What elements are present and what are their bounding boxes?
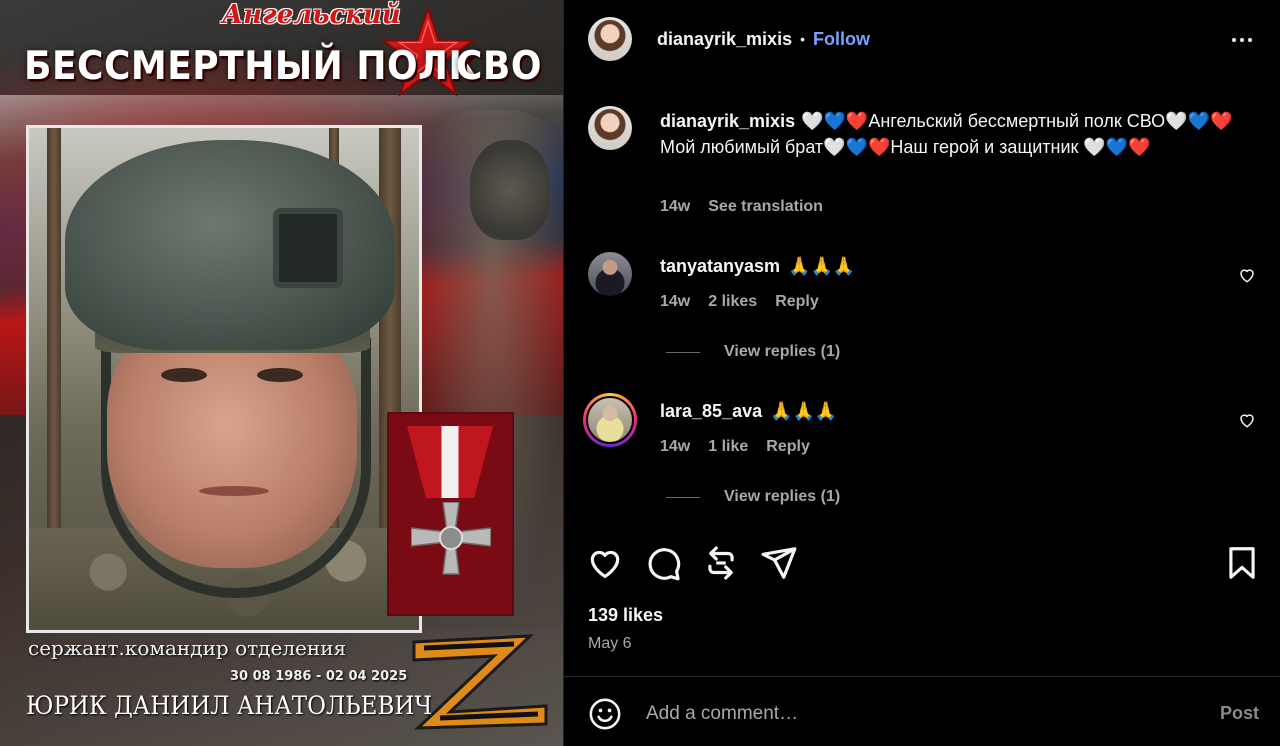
heart-icon[interactable] bbox=[586, 544, 624, 582]
post-details-panel: dianayrik_mixis • Follow dianayrik_mixis… bbox=[563, 0, 1280, 746]
comment-reply-button[interactable]: Reply bbox=[775, 293, 819, 311]
medal-cross-icon bbox=[411, 502, 491, 575]
background-soldier-head bbox=[470, 140, 550, 240]
post-image[interactable]: Ангельский БЕССМЕРТНЫЙ ПОЛК СВО сержант.… bbox=[0, 0, 563, 746]
separator-dot: • bbox=[800, 31, 805, 47]
comment-meta: 14w 2 likes Reply bbox=[660, 293, 819, 311]
post-caption: dianayrik_mixis 🤍💙❤️Ангельский бессмертны… bbox=[660, 108, 1246, 160]
add-comment-bar: Post bbox=[564, 676, 1280, 746]
view-replies-button[interactable]: View replies (1) bbox=[666, 343, 840, 361]
comment-likes[interactable]: 2 likes bbox=[708, 293, 757, 311]
author-avatar[interactable] bbox=[588, 17, 632, 61]
medal-panel bbox=[387, 412, 514, 616]
view-replies-button[interactable]: View replies (1) bbox=[666, 488, 840, 506]
post-date: May 6 bbox=[588, 635, 632, 652]
see-translation-link[interactable]: See translation bbox=[708, 198, 823, 216]
image-header-main: БЕССМЕРТНЫЙ ПОЛК bbox=[24, 44, 479, 90]
comment-like-heart-icon[interactable] bbox=[1238, 411, 1256, 429]
comment-avatar[interactable] bbox=[588, 252, 632, 296]
post-comment-button[interactable]: Post bbox=[1220, 703, 1259, 724]
z-ribbon-icon bbox=[412, 634, 548, 730]
comment-like-heart-icon[interactable] bbox=[1238, 266, 1256, 284]
dot bbox=[1248, 38, 1252, 42]
comment-username[interactable]: tanyatanyasm bbox=[660, 256, 780, 276]
likes-count[interactable]: 139 likes bbox=[588, 605, 663, 626]
caption-age: 14w bbox=[660, 198, 691, 215]
bookmark-icon[interactable] bbox=[1223, 544, 1261, 582]
follow-button[interactable]: Follow bbox=[813, 29, 870, 50]
image-header-suffix: СВО bbox=[456, 44, 542, 90]
story-ring-inner bbox=[586, 396, 634, 444]
more-options-icon[interactable] bbox=[1232, 30, 1256, 50]
author-username[interactable]: dianayrik_mixis bbox=[657, 29, 792, 50]
comment-body: tanyatanyasm 🙏🙏🙏 bbox=[660, 256, 855, 277]
caption-avatar[interactable] bbox=[588, 106, 632, 150]
medal-ribbon bbox=[407, 426, 493, 498]
mouth bbox=[199, 486, 269, 496]
comment-reply-button[interactable]: Reply bbox=[766, 438, 810, 456]
comment-icon[interactable] bbox=[644, 544, 682, 582]
share-icon[interactable] bbox=[760, 544, 798, 582]
image-header-title: БЕССМЕРТНЫЙ ПОЛК СВО bbox=[24, 44, 541, 90]
story-ring[interactable] bbox=[583, 393, 637, 447]
eye bbox=[161, 368, 207, 382]
caption-meta: 14w See translation bbox=[660, 198, 823, 216]
helmet-mount bbox=[273, 208, 343, 288]
comment-age: 14w bbox=[660, 438, 691, 455]
comment-text: 🙏🙏🙏 bbox=[770, 401, 838, 421]
dot bbox=[1232, 38, 1236, 42]
comment-input[interactable] bbox=[646, 695, 1206, 733]
soldier-name: ЮРИК ДАНИИЛ АНАТОЛЬЕВИЧ bbox=[26, 691, 433, 720]
comment-text: 🙏🙏🙏 bbox=[788, 256, 856, 276]
comment-avatar bbox=[588, 398, 632, 442]
soldier-dates: 30 08 1986 - 02 04 2025 bbox=[230, 669, 408, 684]
post-header: dianayrik_mixis • Follow bbox=[588, 17, 870, 61]
view-replies-label: View replies (1) bbox=[724, 488, 841, 505]
soldier-portrait bbox=[26, 125, 422, 633]
divider-line bbox=[666, 351, 700, 353]
view-replies-label: View replies (1) bbox=[724, 343, 841, 360]
comment-meta: 14w 1 like Reply bbox=[660, 438, 810, 456]
helmet bbox=[65, 140, 395, 350]
comment-likes[interactable]: 1 like bbox=[708, 438, 748, 456]
comment-body: lara_85_ava 🙏🙏🙏 bbox=[660, 401, 837, 422]
emoji-icon[interactable] bbox=[588, 697, 622, 731]
caption-username[interactable]: dianayrik_mixis bbox=[660, 111, 795, 131]
script-title: Ангельский bbox=[222, 0, 401, 30]
soldier-rank: сержант.командир отделения bbox=[28, 636, 347, 660]
comment-age: 14w bbox=[660, 293, 691, 310]
repost-icon[interactable] bbox=[702, 544, 740, 582]
eye bbox=[257, 368, 303, 382]
action-bar bbox=[586, 544, 1261, 584]
comment-username[interactable]: lara_85_ava bbox=[660, 401, 762, 421]
dot bbox=[1240, 38, 1244, 42]
divider-line bbox=[666, 496, 700, 498]
